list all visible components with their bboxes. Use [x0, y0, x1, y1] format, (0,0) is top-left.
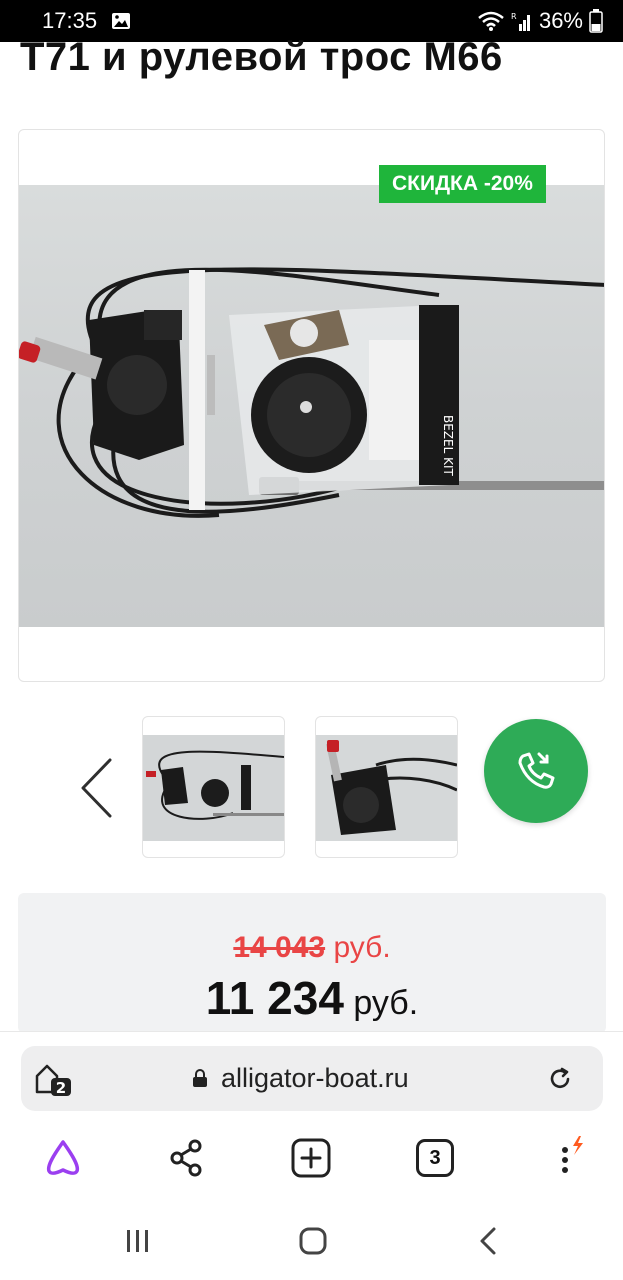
share-button[interactable] [162, 1130, 212, 1186]
lock-icon [193, 1069, 207, 1087]
chevron-left-icon[interactable] [78, 756, 114, 820]
product-photo[interactable]: BEZEL KIT [19, 185, 604, 627]
call-button[interactable] [484, 719, 588, 823]
old-price-amount: 14 043 [233, 931, 326, 964]
tabs-stack-icon[interactable]: 2 [33, 1062, 73, 1098]
plus-icon [291, 1138, 331, 1178]
price-box: 14 043 руб. 11 234 руб. [18, 893, 606, 1033]
svg-text:BEZEL KIT: BEZEL KIT [441, 415, 455, 477]
image-icon [112, 13, 131, 29]
browser-toolbar: 3 [0, 1130, 623, 1186]
home-icon[interactable] [298, 1226, 328, 1256]
tabs-badge: 2 [56, 1079, 66, 1097]
page-title: Т71 и рулевой трос М66 [20, 35, 503, 79]
svg-text:R: R [511, 12, 517, 21]
menu-button[interactable] [540, 1130, 590, 1186]
battery-percent: 36% [538, 8, 583, 33]
new-price: 11 234 руб. [18, 971, 606, 1025]
tabs-count: 3 [416, 1139, 454, 1177]
thumbnail-1[interactable] [142, 716, 285, 858]
tabs-button[interactable]: 3 [410, 1130, 460, 1186]
browser-bottom-bar: 2 alligator-boat.ru 3 [0, 1031, 623, 1206]
new-tab-button[interactable] [286, 1130, 336, 1186]
back-icon[interactable] [476, 1226, 500, 1256]
address-bar[interactable]: 2 alligator-boat.ru [21, 1046, 603, 1111]
signal-icon: R [511, 12, 530, 31]
battery-icon [589, 9, 603, 33]
recent-apps-icon[interactable] [124, 1226, 152, 1256]
new-price-currency: руб. [353, 984, 419, 1022]
url-text[interactable]: alligator-boat.ru [221, 1063, 409, 1094]
discount-badge: СКИДКА -20% [379, 165, 546, 203]
system-nav-bar [0, 1206, 623, 1280]
old-price-currency: руб. [333, 931, 391, 964]
alice-icon [46, 1140, 80, 1175]
more-vertical-icon [562, 1136, 583, 1173]
share-icon [170, 1139, 202, 1177]
old-price: 14 043 руб. [18, 931, 606, 965]
alice-button[interactable] [38, 1130, 88, 1186]
lightning-icon [573, 1136, 583, 1155]
thumbnail-2[interactable] [315, 716, 458, 858]
reload-icon[interactable] [547, 1066, 573, 1092]
thumbnail-2-image [316, 735, 457, 841]
phone-call-icon [518, 752, 555, 789]
steering-kit-illustration: BEZEL KIT [19, 267, 604, 518]
status-right: R 36% [477, 8, 603, 34]
status-time: 17:35 [42, 8, 98, 33]
thumbnail-row [0, 716, 623, 861]
thumbnail-1-image [143, 735, 284, 841]
product-main-image-card[interactable]: BEZEL KIT СКИДКА -20% [18, 129, 605, 682]
wifi-icon [478, 11, 504, 31]
new-price-amount: 11 234 [205, 972, 344, 1024]
